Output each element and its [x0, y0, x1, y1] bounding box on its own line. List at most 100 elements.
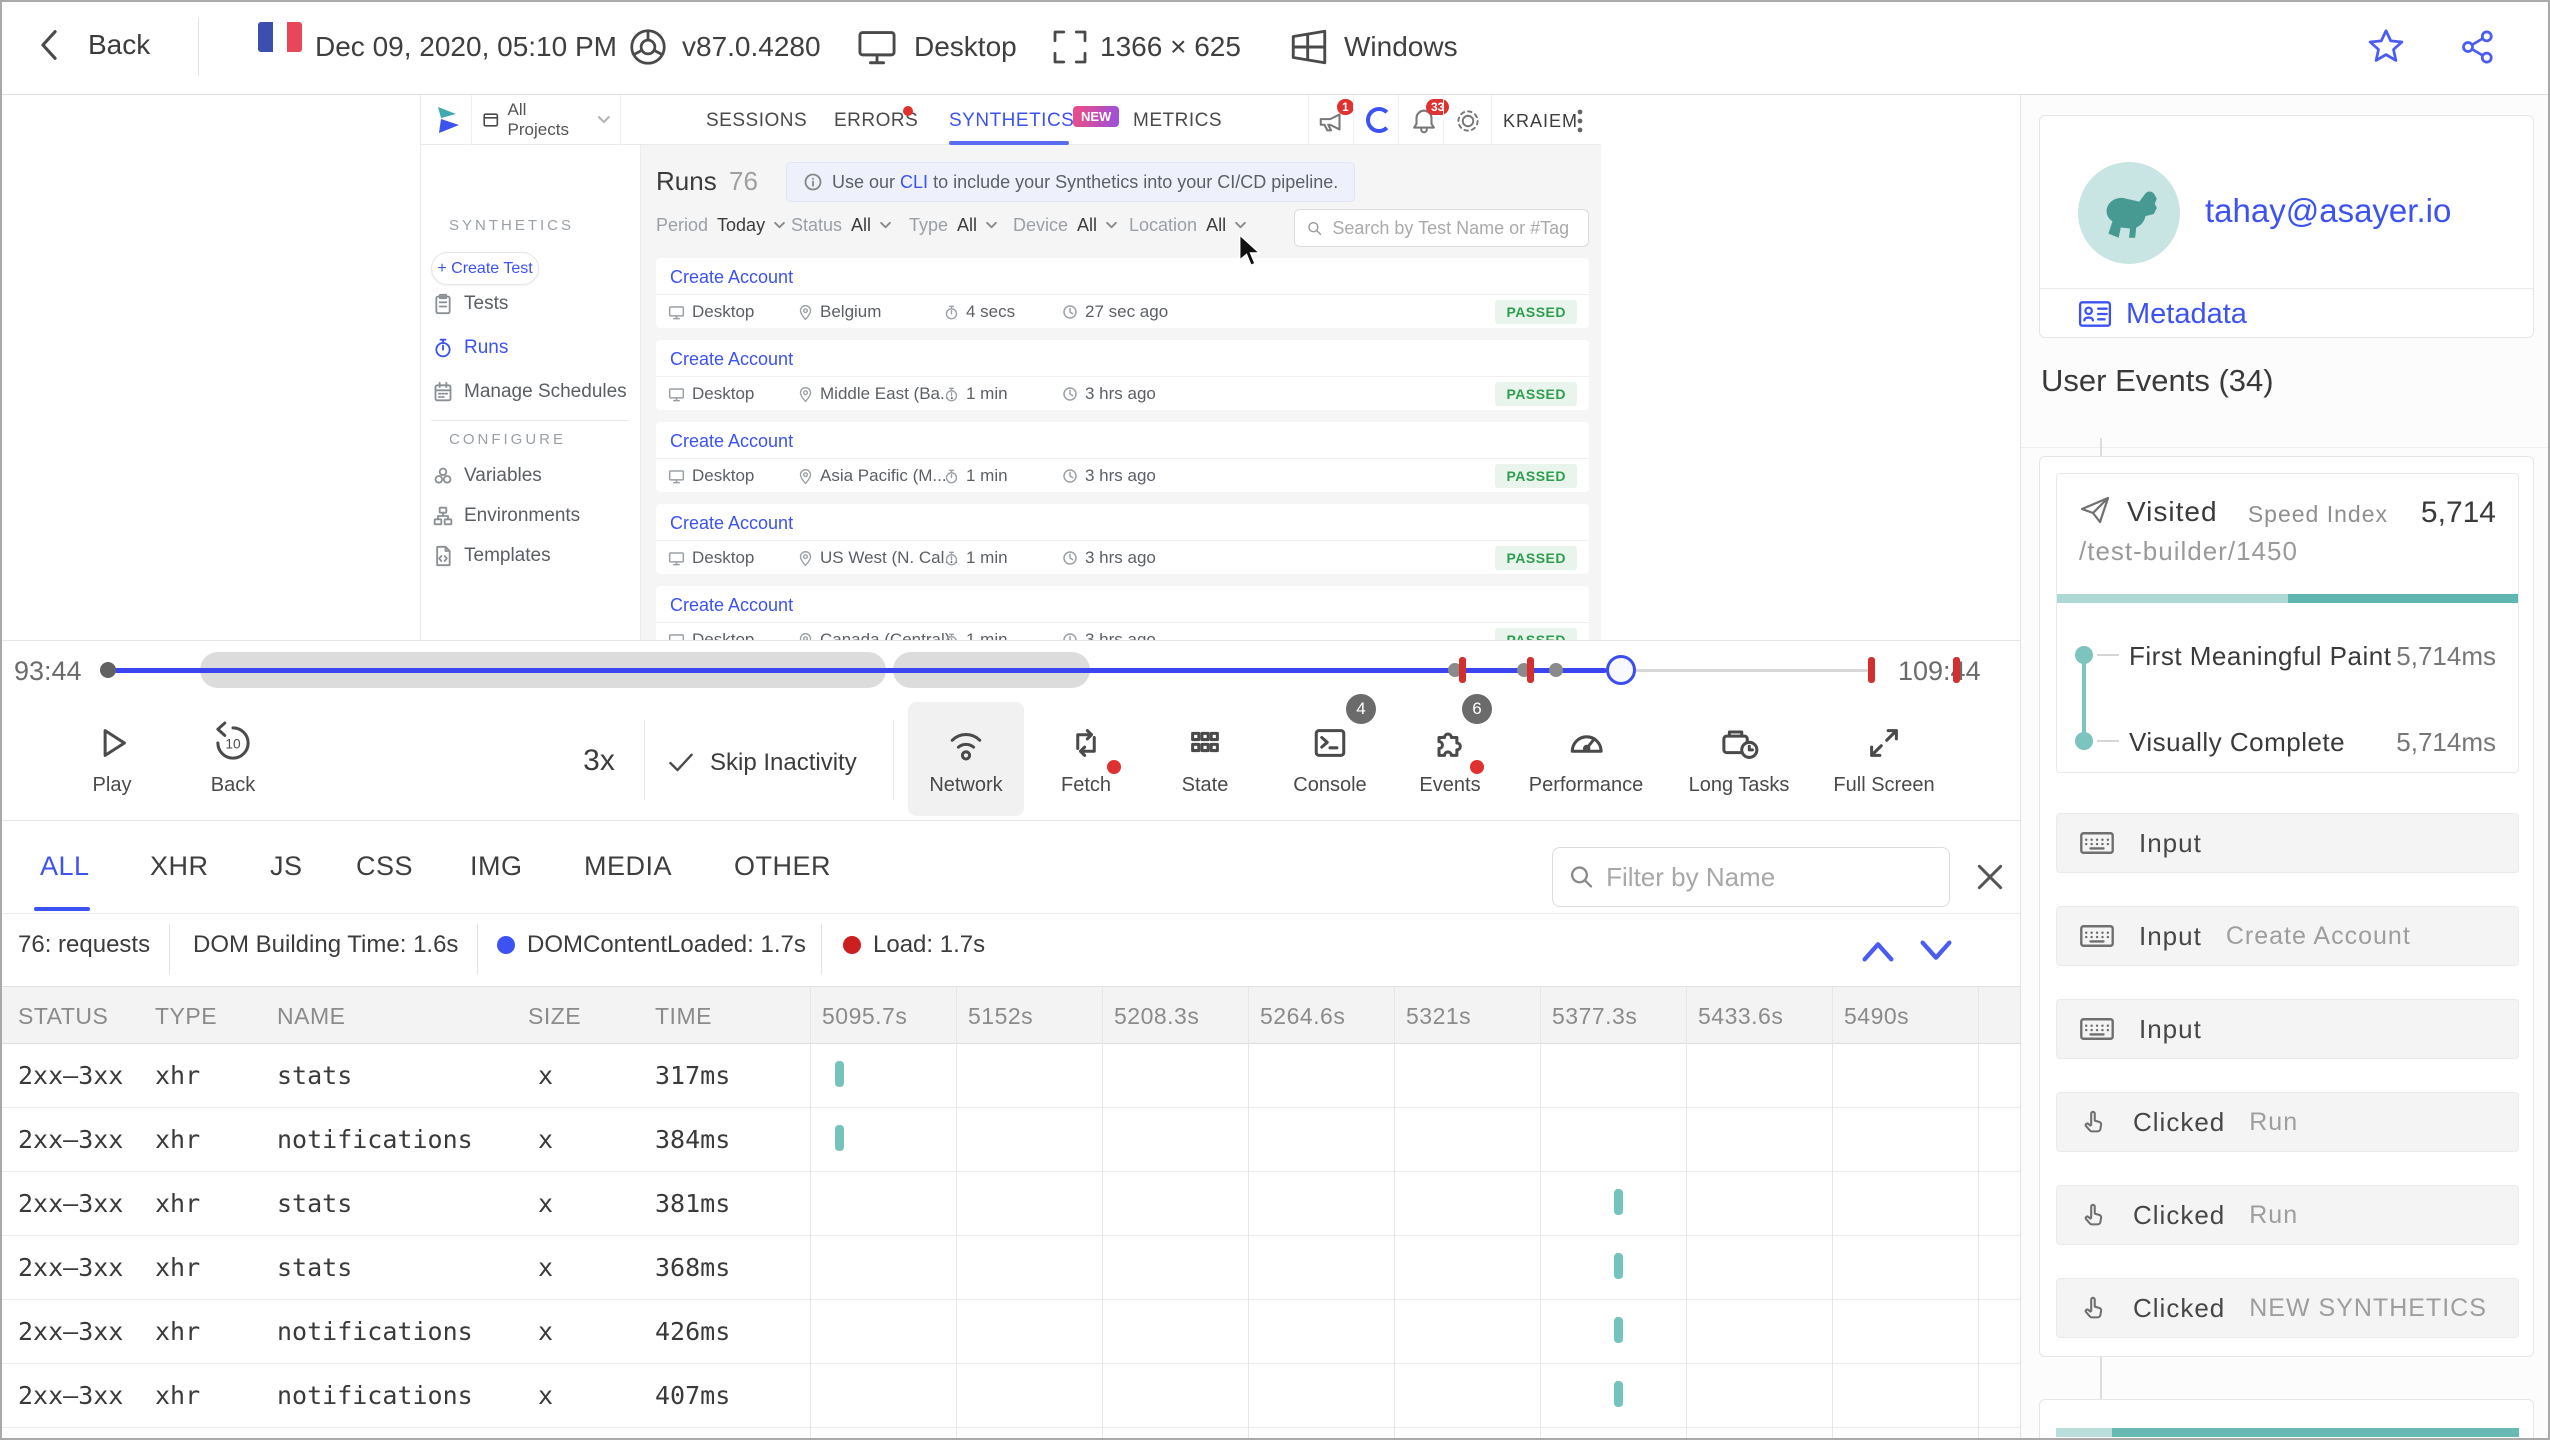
panel-button-performance[interactable]: Performance	[1518, 702, 1654, 816]
timeline-track[interactable]	[0, 641, 2020, 701]
request-size: x	[538, 1253, 554, 1282]
user-event-item[interactable]: Input Create Account	[2056, 906, 2519, 966]
speed-toggle[interactable]: 3x	[564, 744, 634, 778]
map-pin-icon	[799, 386, 812, 402]
tab-js[interactable]: JS	[270, 851, 303, 882]
tab-synthetics[interactable]: SYNTHETICS	[949, 110, 1074, 132]
playhead[interactable]	[1606, 655, 1636, 685]
sidebar-item-templates[interactable]: Templates	[433, 545, 551, 567]
full-screen-button[interactable]: Full Screen	[1814, 702, 1954, 816]
request-status: 2xx–3xx	[18, 1253, 124, 1282]
monitor-icon	[858, 31, 896, 65]
user-event-item[interactable]: Clicked NEW SYNTHETICS	[2056, 1278, 2519, 1338]
run-card[interactable]: Create Account Desktop Middle East (Ba..…	[656, 340, 1589, 410]
tab-css[interactable]: CSS	[356, 851, 413, 882]
request-type: xhr	[155, 1253, 201, 1282]
run-card[interactable]: Create Account Desktop Asia Pacific (M..…	[656, 422, 1589, 492]
monitor-icon	[668, 387, 685, 401]
chrome-icon	[630, 29, 666, 65]
panel-button-events[interactable]: Events 6	[1394, 694, 1506, 816]
panel-button-state[interactable]: State	[1150, 702, 1260, 816]
network-request-row[interactable]: 2xx–3xx xhr notifications x 426ms	[0, 1300, 2020, 1364]
run-card[interactable]: Create Account Desktop Canada (Central)	[656, 586, 1589, 640]
map-pin-icon	[799, 550, 812, 566]
playback-timeline[interactable]: 93:44 109:44	[0, 640, 2020, 700]
sidebar-item-environments[interactable]: Environments	[433, 505, 580, 527]
timeline-issue-marker	[1527, 657, 1534, 683]
tab-sessions[interactable]: SESSIONS	[706, 110, 807, 132]
filter-location[interactable]: Location All	[1129, 215, 1246, 236]
run-name-link[interactable]: Create Account	[670, 595, 793, 616]
filter-device[interactable]: Device All	[1013, 215, 1117, 236]
panel-button-long-tasks[interactable]: Long Tasks	[1668, 702, 1810, 816]
sidebar-item-variables[interactable]: Variables	[433, 465, 542, 487]
network-filter-input[interactable]	[1606, 861, 1933, 893]
share-icon[interactable]	[2458, 27, 2498, 67]
kebab-menu-icon[interactable]	[1577, 109, 1583, 133]
panel-button-console[interactable]: Console 4	[1270, 694, 1390, 816]
divider	[1491, 95, 1492, 145]
replayed-app: All Projects SESSIONS ERRORS SYNTHETICS …	[420, 95, 1601, 640]
user-event-item[interactable]: Clicked Run	[2056, 1092, 2519, 1152]
tab-xhr[interactable]: XHR	[150, 851, 209, 882]
network-request-row[interactable]: 2xx–3xx xhr stats x 368ms	[0, 1236, 2020, 1300]
network-filter[interactable]	[1552, 847, 1950, 907]
panel-button-fetch[interactable]: Fetch	[1031, 702, 1141, 816]
play-button[interactable]: Play	[57, 702, 167, 816]
sidebar-item-runs[interactable]: Runs	[433, 337, 508, 359]
tab-media[interactable]: MEDIA	[584, 851, 672, 882]
sidebar-item-manage-schedules[interactable]: Manage Schedules	[433, 381, 627, 403]
visited-event[interactable]: Visited Speed Index 5,714 /test-builder/…	[2056, 473, 2519, 773]
runs-search[interactable]	[1294, 209, 1589, 247]
gear-icon[interactable]	[1454, 107, 1482, 135]
back-10s-button[interactable]: 10 Back	[178, 702, 288, 816]
user-event-item[interactable]: Clicked Run	[2056, 1185, 2519, 1245]
skip-inactivity-checkbox[interactable]: Skip Inactivity	[668, 749, 857, 777]
run-card[interactable]: Create Account Desktop US West (N. Cal..…	[656, 504, 1589, 574]
create-test-button[interactable]: + Create Test	[431, 252, 539, 285]
filter-status[interactable]: Status All	[791, 215, 891, 236]
tab-metrics[interactable]: METRICS	[1133, 110, 1222, 132]
divider	[198, 18, 199, 76]
filter-type[interactable]: Type All	[909, 215, 997, 236]
cli-link[interactable]: CLI	[900, 172, 928, 192]
run-location: Belgium	[798, 302, 881, 322]
sidebar-item-label: Templates	[464, 545, 551, 566]
user-menu[interactable]: KRAIEM	[1503, 111, 1578, 132]
divider	[644, 720, 645, 800]
network-request-row[interactable]: 2xx–3xx xhr notifications x 384ms	[0, 1108, 2020, 1172]
col-name: NAME	[277, 1003, 346, 1029]
metric-dash	[2097, 740, 2119, 742]
waterfall-bar	[1614, 1381, 1623, 1407]
speed-index-label: Speed Index	[2247, 501, 2388, 527]
dom-building-time: DOM Building Time: 1.6s	[193, 931, 459, 958]
panel-button-network[interactable]: Network	[908, 702, 1024, 816]
run-name-link[interactable]: Create Account	[670, 431, 793, 452]
sidebar-item-tests[interactable]: Tests	[433, 293, 508, 315]
runs-search-input[interactable]	[1332, 217, 1576, 239]
jump-previous-icon[interactable]	[1858, 937, 1898, 965]
cli-banner: Use our CLI to include your Synthetics i…	[786, 162, 1356, 202]
user-event-item[interactable]: Input	[2056, 813, 2519, 873]
tab-img[interactable]: IMG	[470, 851, 523, 882]
user-event-item[interactable]: Input	[2056, 999, 2519, 1059]
jump-next-icon[interactable]	[1916, 937, 1956, 965]
tab-other[interactable]: OTHER	[734, 851, 831, 882]
run-name-link[interactable]: Create Account	[670, 349, 793, 370]
device-type: Desktop	[914, 31, 1017, 62]
favorite-star-icon[interactable]	[2366, 27, 2406, 67]
network-request-row[interactable]: 2xx–3xx xhr notifications x 407ms	[0, 1364, 2020, 1428]
back-button[interactable]: Back	[36, 28, 150, 62]
close-panel-icon[interactable]	[1974, 861, 2006, 893]
network-request-row[interactable]: 2xx–3xx xhr stats x 317ms	[0, 1044, 2020, 1108]
tab-all[interactable]: ALL	[40, 851, 90, 882]
project-selector[interactable]: All Projects	[471, 95, 621, 145]
run-duration: 1 min	[944, 548, 1008, 568]
metadata-button[interactable]: Metadata	[2040, 288, 2533, 339]
run-name-link[interactable]: Create Account	[670, 513, 793, 534]
user-email[interactable]: tahay@asayer.io	[2205, 192, 2451, 230]
network-request-row[interactable]: 2xx–3xx xhr stats x 381ms	[0, 1172, 2020, 1236]
run-name-link[interactable]: Create Account	[670, 267, 793, 288]
filter-period[interactable]: Period Today	[656, 215, 785, 236]
run-card[interactable]: Create Account Desktop Belgium 4 secs 27…	[656, 258, 1589, 328]
